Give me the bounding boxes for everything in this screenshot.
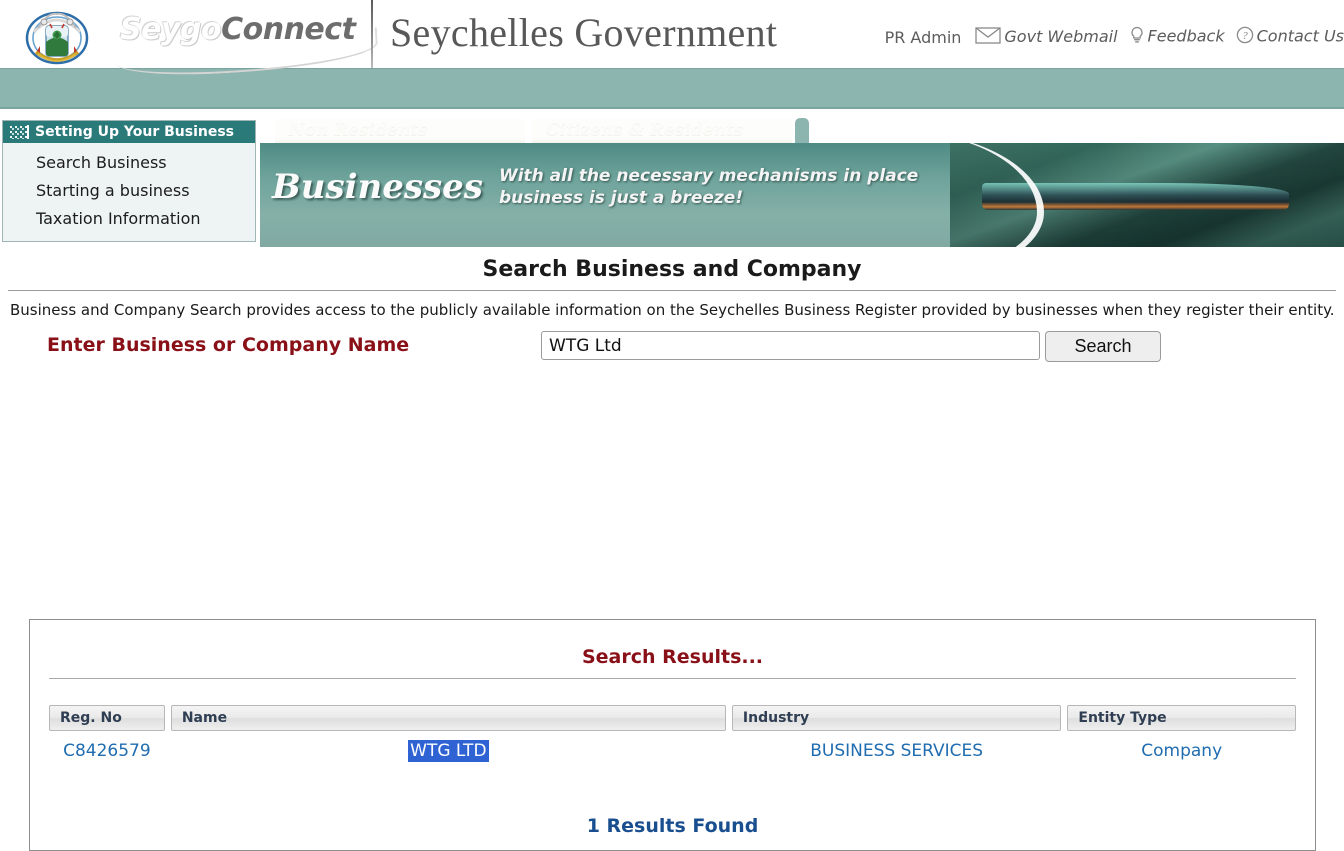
results-table: Reg. No Name Industry Entity Type C84265… <box>49 705 1297 762</box>
grid-dots-icon <box>9 125 29 139</box>
contact-us-link[interactable]: ? Contact Us <box>1236 26 1344 48</box>
banner-tab-citizens-residents[interactable]: Citizens & Residents <box>532 118 792 143</box>
site-header: SeygoConnect Seychelles Government PR Ad… <box>0 0 1344 79</box>
reg-no-link[interactable]: C8426579 <box>63 741 151 761</box>
banner-subtitle-line2: business is just a breeze! <box>498 188 744 208</box>
header-divider <box>371 0 373 68</box>
table-row: C8426579 WTG LTD BUSINESS SERVICES Compa… <box>49 740 1296 762</box>
feedback-label: Feedback <box>1147 26 1225 46</box>
banner-subtitle: With all the necessary mechanisms in pla… <box>499 165 918 209</box>
results-divider <box>49 678 1296 679</box>
search-results-panel: Search Results... Reg. No Name Industry … <box>29 619 1316 851</box>
search-input[interactable] <box>541 331 1040 360</box>
banner-text-block: Businesses With all the necessary mechan… <box>272 165 918 209</box>
sidebar-menu-title: Setting Up Your Business <box>35 124 235 140</box>
feedback-link[interactable]: Feedback <box>1129 26 1225 48</box>
industry-link[interactable]: BUSINESS SERVICES <box>810 741 983 761</box>
cell-name: WTG LTD <box>171 740 726 762</box>
lightbulb-icon <box>1129 26 1145 48</box>
banner-tab-end-cap <box>795 118 809 143</box>
search-row: Enter Business or Company Name Search <box>0 319 1344 377</box>
harbour-ship-photo <box>950 143 1344 247</box>
page-intro-text: Business and Company Search provides acc… <box>10 301 1335 319</box>
cell-entity-type: Company <box>1067 741 1296 761</box>
cell-industry: BUSINESS SERVICES <box>732 741 1061 761</box>
sidebar-item-starting-a-business[interactable]: Starting a business <box>3 177 255 205</box>
banner-tab-non-residents-label: Non Residents <box>289 120 428 140</box>
banner-tab-strip: Non Residents Citizens & Residents <box>260 115 1344 143</box>
header-utility-links: PR Admin Govt Webmail Feedback ? Contact… <box>885 26 1344 48</box>
banner-tab-non-residents[interactable]: Non Residents <box>275 118 525 143</box>
cell-reg-no: C8426579 <box>49 741 165 761</box>
name-link-selected[interactable]: WTG LTD <box>408 740 489 762</box>
column-header-reg-no[interactable]: Reg. No <box>49 705 165 731</box>
govt-webmail-link[interactable]: Govt Webmail <box>975 26 1118 48</box>
user-label: PR Admin <box>884 27 962 47</box>
column-header-entity-type[interactable]: Entity Type <box>1067 705 1297 731</box>
banner-heading: Businesses <box>272 167 483 207</box>
search-field-label: Enter Business or Company Name <box>47 334 410 356</box>
seychelles-coat-of-arms-icon <box>24 2 90 74</box>
govt-webmail-label: Govt Webmail <box>1004 26 1118 46</box>
seygoconnect-logo[interactable]: SeygoConnect <box>115 8 379 79</box>
search-results-title: Search Results... <box>581 646 764 668</box>
results-count: 1 Results Found <box>586 815 759 837</box>
hero-banner: Non Residents Citizens & Residents Busin… <box>260 115 1344 247</box>
envelope-icon <box>975 26 1002 48</box>
contact-us-label: Contact Us <box>1256 26 1344 46</box>
banner-tab-citizens-residents-label: Citizens & Residents <box>546 120 744 140</box>
question-circle-icon: ? <box>1236 26 1254 48</box>
sidebar-menu-header: Setting Up Your Business <box>3 121 255 143</box>
mid-section: Setting Up Your Business Search Business… <box>0 115 1344 247</box>
banner-subtitle-line1: With all the necessary mechanisms in pla… <box>498 166 919 186</box>
column-header-name[interactable]: Name <box>170 705 726 731</box>
column-header-industry[interactable]: Industry <box>731 705 1062 731</box>
svg-text:?: ? <box>1242 30 1248 42</box>
sidebar-menu: Setting Up Your Business Search Business… <box>2 120 256 242</box>
sidebar-item-search-business[interactable]: Search Business <box>3 149 255 177</box>
page-title: Search Business and Company <box>482 257 862 282</box>
main-content: Search Business and Company Business and… <box>0 247 1344 851</box>
search-button[interactable]: Search <box>1045 331 1161 362</box>
banner-body: Businesses With all the necessary mechan… <box>260 131 1344 247</box>
results-table-header: Reg. No Name Industry Entity Type <box>49 705 1297 731</box>
entity-type-link[interactable]: Company <box>1141 741 1222 761</box>
sidebar-item-taxation-information[interactable]: Taxation Information <box>3 205 255 233</box>
page-site-title: Seychelles Government <box>390 10 778 55</box>
sidebar-menu-list: Search Business Starting a business Taxa… <box>3 143 255 241</box>
